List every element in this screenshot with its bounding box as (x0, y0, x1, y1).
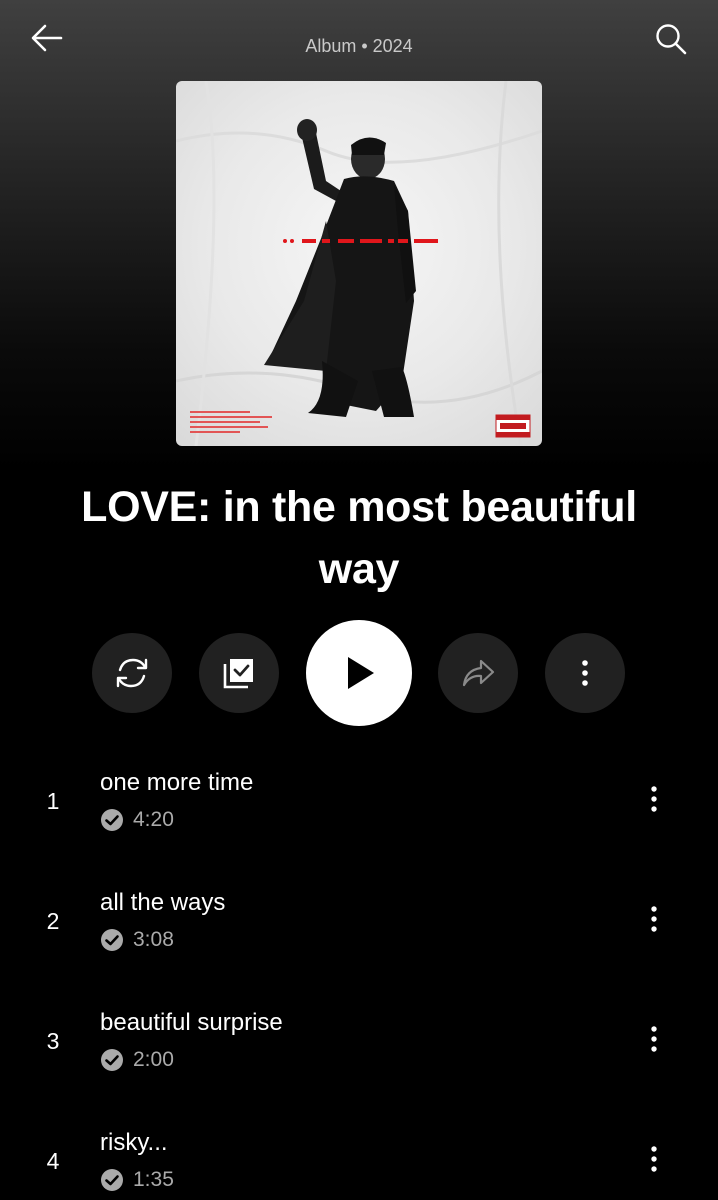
track-title: risky... (100, 1129, 168, 1156)
save-to-library-button[interactable] (199, 633, 279, 713)
play-button[interactable] (306, 620, 412, 726)
track-number: 2 (46, 908, 60, 934)
album-type-year: Album • 2024 (305, 36, 413, 56)
album-cover (176, 81, 542, 446)
downloaded-check-icon (100, 1168, 124, 1192)
share-icon (462, 659, 495, 687)
track-duration: 2:00 (133, 1048, 174, 1071)
track-duration: 4:20 (133, 808, 174, 831)
cover-credits (190, 411, 272, 433)
track-number: 1 (46, 788, 60, 814)
album-title: LOVE: in the most beautiful way (81, 483, 637, 593)
share-button[interactable] (438, 633, 518, 713)
track-more-button[interactable] (636, 1137, 672, 1181)
more-vertical-icon (651, 906, 657, 932)
downloaded-check-icon (100, 808, 124, 832)
downloaded-check-icon (100, 928, 124, 952)
track-title: one more time (100, 769, 254, 796)
library-check-icon (223, 659, 253, 689)
track-row[interactable]: 2 all the ways 3:08 (0, 880, 718, 990)
more-vertical-icon (582, 660, 588, 686)
track-title: beautiful surprise (100, 1009, 283, 1036)
track-more-button[interactable] (636, 1017, 672, 1061)
parental-advisory-badge (495, 414, 531, 438)
downloaded-check-icon (100, 1048, 124, 1072)
track-meta: 2:00 (100, 1048, 174, 1072)
cover-red-line (283, 239, 438, 243)
track-title: all the ways (100, 889, 226, 916)
track-meta: 4:20 (100, 808, 174, 832)
track-number: 3 (46, 1028, 60, 1054)
search-button[interactable] (648, 18, 694, 60)
track-meta: 3:08 (100, 928, 174, 952)
track-row[interactable]: 3 beautiful surprise 2:00 (0, 1000, 718, 1110)
sync-button[interactable] (92, 633, 172, 713)
sync-icon (116, 658, 148, 688)
search-icon (656, 24, 687, 55)
play-icon (348, 657, 374, 689)
track-number: 4 (46, 1148, 60, 1174)
more-vertical-icon (651, 786, 657, 812)
track-duration: 1:35 (133, 1168, 174, 1191)
more-options-button[interactable] (545, 633, 625, 713)
more-vertical-icon (651, 1026, 657, 1052)
track-duration: 3:08 (133, 928, 174, 951)
track-meta: 1:35 (100, 1168, 174, 1192)
track-more-button[interactable] (636, 777, 672, 821)
track-more-button[interactable] (636, 897, 672, 941)
more-vertical-icon (651, 1146, 657, 1172)
track-row[interactable]: 4 risky... 1:35 (0, 1120, 718, 1200)
track-row[interactable]: 1 one more time 4:20 (0, 760, 718, 870)
